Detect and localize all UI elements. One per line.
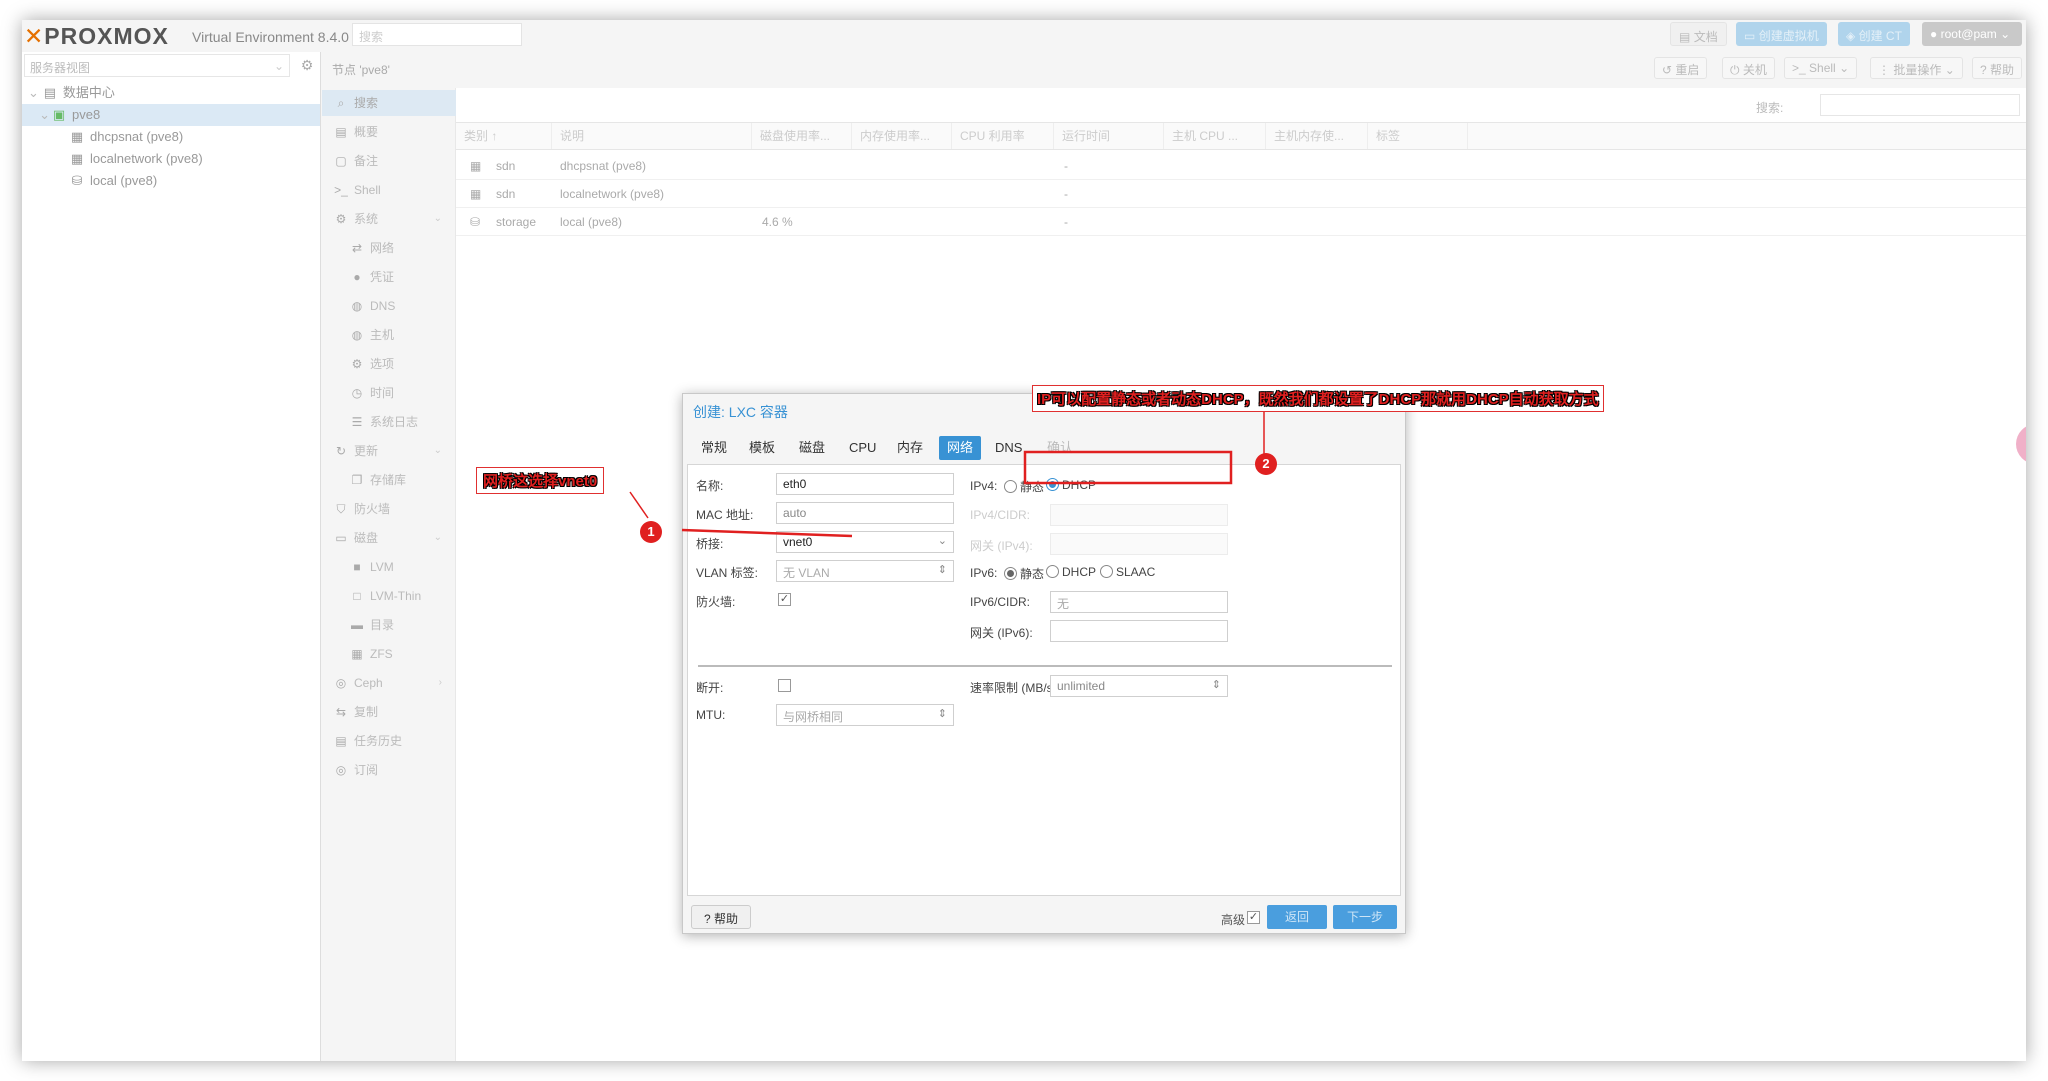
annotation-badge-2: 2	[1255, 453, 1277, 475]
annotation-lines	[629, 408, 1265, 538]
annotation-leader-1	[629, 491, 649, 519]
bridge-underline	[681, 528, 853, 538]
annotation-badge-1: 1	[640, 521, 662, 543]
ip-annotation: IP可以配置静态或者动态DHCP，既然我们都设置了DHCP那就用DHCP自动获取…	[1032, 385, 1604, 412]
bridge-annotation: 网桥这选择vnet0	[476, 467, 605, 494]
ipv4-highlight-box	[1023, 450, 1233, 485]
